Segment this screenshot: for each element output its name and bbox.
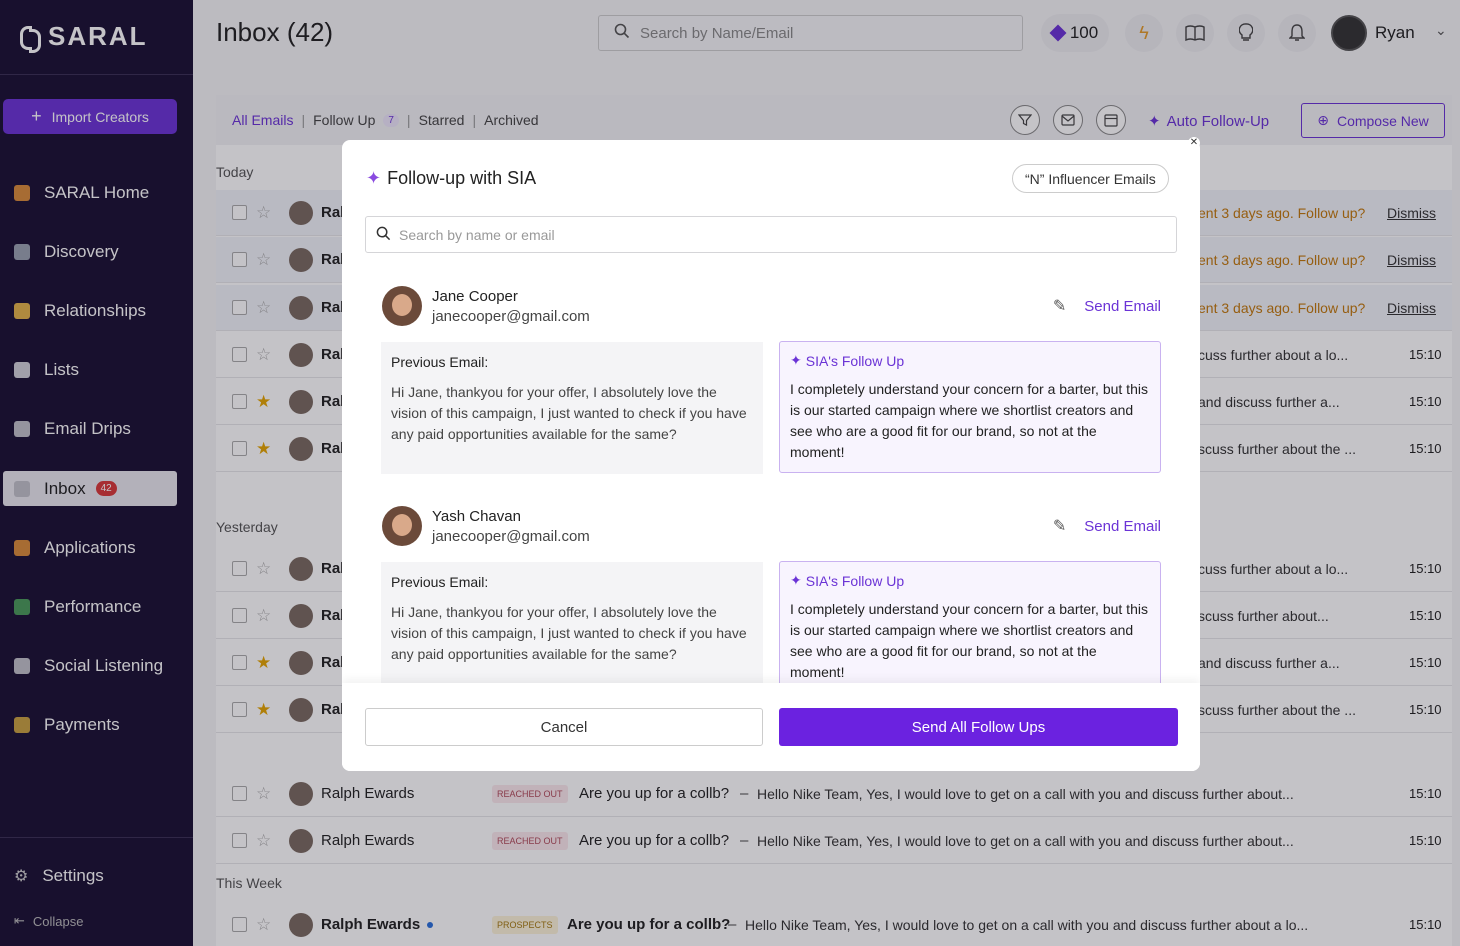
sia-follow-up-text: I completely understand your concern for… bbox=[790, 381, 1148, 460]
modal-search-input[interactable]: Search by name or email bbox=[365, 216, 1177, 253]
send-email-button[interactable]: ✎ Send Email bbox=[1053, 296, 1161, 316]
contact-text: Jane Cooper janecooper@gmail.com bbox=[432, 288, 590, 325]
previous-email-box: Previous Email: Hi Jane, thankyou for you… bbox=[381, 562, 763, 694]
previous-email-text: Hi Jane, thankyou for your offer, I abso… bbox=[391, 604, 747, 662]
pencil-icon[interactable]: ✎ bbox=[1053, 296, 1066, 316]
send-all-follow-ups-button[interactable]: Send All Follow Ups bbox=[779, 708, 1178, 746]
sia-follow-up-label: ✦ SIA's Follow Up bbox=[790, 352, 1150, 369]
contact-email: janecooper@gmail.com bbox=[432, 307, 590, 325]
follow-up-modal: ✦ Follow-up with SIA “N” Influencer Emai… bbox=[342, 140, 1200, 771]
send-email-button[interactable]: ✎ Send Email bbox=[1053, 516, 1161, 536]
avatar bbox=[382, 506, 422, 546]
send-email-label: Send Email bbox=[1084, 517, 1161, 535]
sia-follow-up-box[interactable]: ✦ SIA's Follow Up I completely understand … bbox=[779, 561, 1161, 693]
sia-label-text: SIA's Follow Up bbox=[805, 572, 905, 589]
sia-label-text: SIA's Follow Up bbox=[805, 352, 905, 369]
contact-info: Jane Cooper janecooper@gmail.com bbox=[382, 286, 590, 326]
previous-email-text: Hi Jane, thankyou for your offer, I abso… bbox=[391, 384, 747, 442]
cancel-button[interactable]: Cancel bbox=[365, 708, 763, 746]
close-icon[interactable]: ✕ bbox=[1188, 137, 1200, 149]
avatar bbox=[382, 286, 422, 326]
sparkle-icon: ✦ bbox=[790, 572, 802, 588]
contact-email: janecooper@gmail.com bbox=[432, 527, 590, 545]
pencil-icon[interactable]: ✎ bbox=[1053, 516, 1066, 536]
sia-follow-up-box[interactable]: ✦ SIA's Follow Up I completely understand … bbox=[779, 341, 1161, 473]
sia-follow-up-label: ✦ SIA's Follow Up bbox=[790, 572, 1150, 589]
contact-text: Yash Chavan janecooper@gmail.com bbox=[432, 508, 590, 545]
modal-title: ✦ Follow-up with SIA bbox=[366, 168, 536, 189]
contact-info: Yash Chavan janecooper@gmail.com bbox=[382, 506, 590, 546]
previous-email-label: Previous Email: bbox=[391, 574, 489, 590]
modal-footer: Cancel Send All Follow Ups bbox=[342, 683, 1200, 771]
sparkle-icon: ✦ bbox=[366, 168, 382, 188]
previous-email-box: Previous Email: Hi Jane, thankyou for you… bbox=[381, 342, 763, 474]
modal-title-text: Follow-up with SIA bbox=[387, 168, 537, 188]
sia-follow-up-text: I completely understand your concern for… bbox=[790, 601, 1148, 680]
influencer-emails-chip[interactable]: “N” Influencer Emails bbox=[1012, 164, 1169, 193]
contact-name: Jane Cooper bbox=[432, 287, 518, 305]
send-email-label: Send Email bbox=[1084, 297, 1161, 315]
contact-name: Yash Chavan bbox=[432, 507, 521, 525]
search-icon bbox=[376, 226, 391, 244]
modal-search-placeholder: Search by name or email bbox=[399, 226, 555, 243]
sparkle-icon: ✦ bbox=[790, 352, 802, 368]
previous-email-label: Previous Email: bbox=[391, 354, 489, 370]
